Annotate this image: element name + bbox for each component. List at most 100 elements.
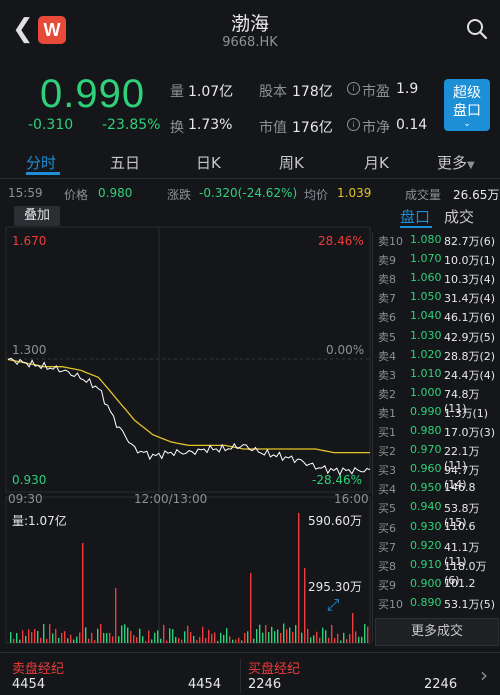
tab-daily-k[interactable]: 日K bbox=[196, 152, 221, 173]
order-book-row[interactable]: 卖10 1.080 82.7万(6) bbox=[378, 233, 498, 252]
tab-five-day[interactable]: 五日 bbox=[110, 152, 140, 173]
buy-broker-label[interactable]: 买盘经纪 bbox=[248, 658, 300, 677]
stat-value-volume: 1.07亿 bbox=[188, 84, 234, 100]
volume-bar bbox=[310, 637, 312, 643]
volume-bar bbox=[334, 638, 336, 643]
volume-bar bbox=[220, 632, 222, 643]
sell-broker-label[interactable]: 卖盘经纪 bbox=[12, 658, 64, 677]
order-book-row[interactable]: 卖3 1.010 24.4万(4) bbox=[378, 367, 498, 386]
volume-bar bbox=[280, 633, 282, 643]
more-trades-button[interactable]: 更多成交 bbox=[375, 618, 499, 646]
volume-max-label: 590.60万 bbox=[308, 514, 362, 528]
x-axis-start: 09:30 bbox=[8, 492, 43, 506]
order-volume: 31.4万(4) bbox=[444, 292, 496, 306]
volume-bar bbox=[238, 637, 240, 643]
volume-bar bbox=[313, 635, 315, 643]
volume-bar bbox=[199, 636, 201, 643]
order-price: 1.040 bbox=[410, 309, 442, 323]
order-book-row[interactable]: 买9 0.900 101.2 bbox=[378, 577, 498, 596]
order-book-row[interactable]: 买1 0.980 17.0万(3) bbox=[378, 424, 498, 443]
volume-bar bbox=[343, 632, 345, 643]
volume-bar bbox=[205, 638, 207, 643]
tab-trades[interactable]: 成交 bbox=[444, 206, 474, 227]
volume-bar bbox=[16, 633, 18, 643]
order-book-row[interactable]: 卖2 1.000 74.8万(11) bbox=[378, 385, 498, 415]
order-level-label: 卖8 bbox=[378, 273, 396, 287]
order-book-row[interactable]: 卖4 1.020 28.8万(2) bbox=[378, 348, 498, 367]
volume-bar bbox=[142, 636, 144, 643]
tab-more[interactable]: 更多▼ bbox=[437, 152, 475, 173]
volume-bar bbox=[208, 629, 210, 643]
order-level-label: 买1 bbox=[378, 426, 396, 439]
order-level-label: 买10 bbox=[378, 597, 403, 611]
volume-bar bbox=[190, 632, 192, 643]
order-book-row[interactable]: 卖7 1.050 31.4万(4) bbox=[378, 290, 498, 309]
current-price: 0.990 bbox=[40, 72, 146, 116]
volume-bar bbox=[70, 634, 72, 643]
order-book-row[interactable]: 卖5 1.030 42.9万(5) bbox=[378, 329, 498, 348]
volume-bar bbox=[121, 625, 123, 643]
tab-monthly-k[interactable]: 月K bbox=[364, 152, 389, 173]
volume-bar bbox=[286, 629, 288, 643]
pct-axis-bottom: -28.46% bbox=[312, 473, 363, 487]
order-book-row[interactable]: 买5 0.940 53.8万(15) bbox=[378, 500, 498, 529]
order-level-label: 卖10 bbox=[378, 235, 403, 248]
volume-bar bbox=[355, 631, 357, 643]
order-volume: 17.0万(3) bbox=[444, 426, 496, 439]
volume-bar bbox=[367, 626, 369, 643]
overlay-button[interactable]: 叠加 bbox=[14, 206, 60, 226]
volume-bar bbox=[118, 636, 120, 643]
volume-bar bbox=[25, 635, 27, 643]
volume-bar bbox=[274, 631, 276, 643]
order-book-row[interactable]: 买3 0.960 94.7万(14) bbox=[378, 462, 498, 491]
volume-bar bbox=[250, 573, 252, 643]
order-book-row[interactable]: 买8 0.910 118.0万(6) bbox=[378, 558, 498, 587]
volume-bar bbox=[232, 639, 234, 643]
info-icon[interactable]: i bbox=[347, 82, 360, 95]
order-book-row[interactable]: 买10 0.890 53.1万(5) bbox=[378, 596, 498, 615]
expand-icon[interactable]: ⤢ bbox=[322, 594, 344, 616]
info-change-value: -0.320(-24.62%) bbox=[199, 186, 298, 200]
info-price-value: 0.980 bbox=[98, 186, 133, 200]
volume-bar bbox=[268, 632, 270, 643]
tab-weekly-k[interactable]: 周K bbox=[279, 152, 304, 173]
order-book-row[interactable]: 卖8 1.060 10.3万(4) bbox=[378, 271, 498, 290]
info-icon[interactable]: i bbox=[347, 118, 360, 131]
order-price: 1.000 bbox=[410, 385, 442, 399]
volume-bar bbox=[124, 624, 126, 643]
super-orderbook-button[interactable]: 超级 盘口 ⌄ bbox=[444, 79, 490, 131]
volume-bar bbox=[265, 625, 267, 643]
chevron-right-icon[interactable]: › bbox=[480, 663, 488, 687]
volume-bar bbox=[157, 630, 159, 643]
order-price: 1.030 bbox=[410, 328, 442, 342]
order-volume: 1.3万(1) bbox=[444, 406, 489, 420]
order-book-row[interactable]: 买4 0.950 146.8 bbox=[378, 481, 498, 500]
order-book-row[interactable]: 买6 0.930 110.6 bbox=[378, 520, 498, 539]
volume-bar bbox=[67, 638, 69, 643]
volume-bar bbox=[289, 627, 291, 643]
super-button-line2: 盘口 bbox=[453, 103, 481, 119]
search-icon[interactable] bbox=[466, 18, 488, 40]
order-volume: 10.3万(4) bbox=[444, 273, 496, 287]
order-level-label: 买6 bbox=[378, 521, 396, 535]
divider bbox=[372, 232, 373, 642]
volume-bar bbox=[55, 628, 57, 643]
volume-bar bbox=[106, 633, 108, 643]
order-book-row[interactable]: 买2 0.970 22.1万(11) bbox=[378, 443, 498, 472]
order-price: 0.940 bbox=[410, 500, 442, 514]
order-book-row[interactable]: 买7 0.920 41.1万(11) bbox=[378, 539, 498, 568]
order-book-row[interactable]: 卖6 1.040 46.1万(6) bbox=[378, 309, 498, 328]
price-change: -0.310 bbox=[28, 117, 74, 133]
tab-intraday[interactable]: 分时 bbox=[26, 152, 56, 173]
order-book-row[interactable]: 卖1 0.990 1.3万(1) bbox=[378, 405, 498, 424]
volume-bar bbox=[187, 625, 189, 643]
chevron-down-icon: ⌄ bbox=[463, 119, 471, 129]
order-price: 1.080 bbox=[410, 233, 442, 246]
active-tab-indicator bbox=[26, 172, 60, 175]
volume-bar bbox=[73, 639, 75, 643]
stat-value-pb: 0.14 bbox=[396, 117, 428, 133]
average-price-line bbox=[7, 358, 370, 454]
tab-orderbook[interactable]: 盘口 bbox=[400, 206, 430, 227]
volume-bar bbox=[100, 623, 102, 643]
order-book-row[interactable]: 卖9 1.070 10.0万(1) bbox=[378, 252, 498, 271]
